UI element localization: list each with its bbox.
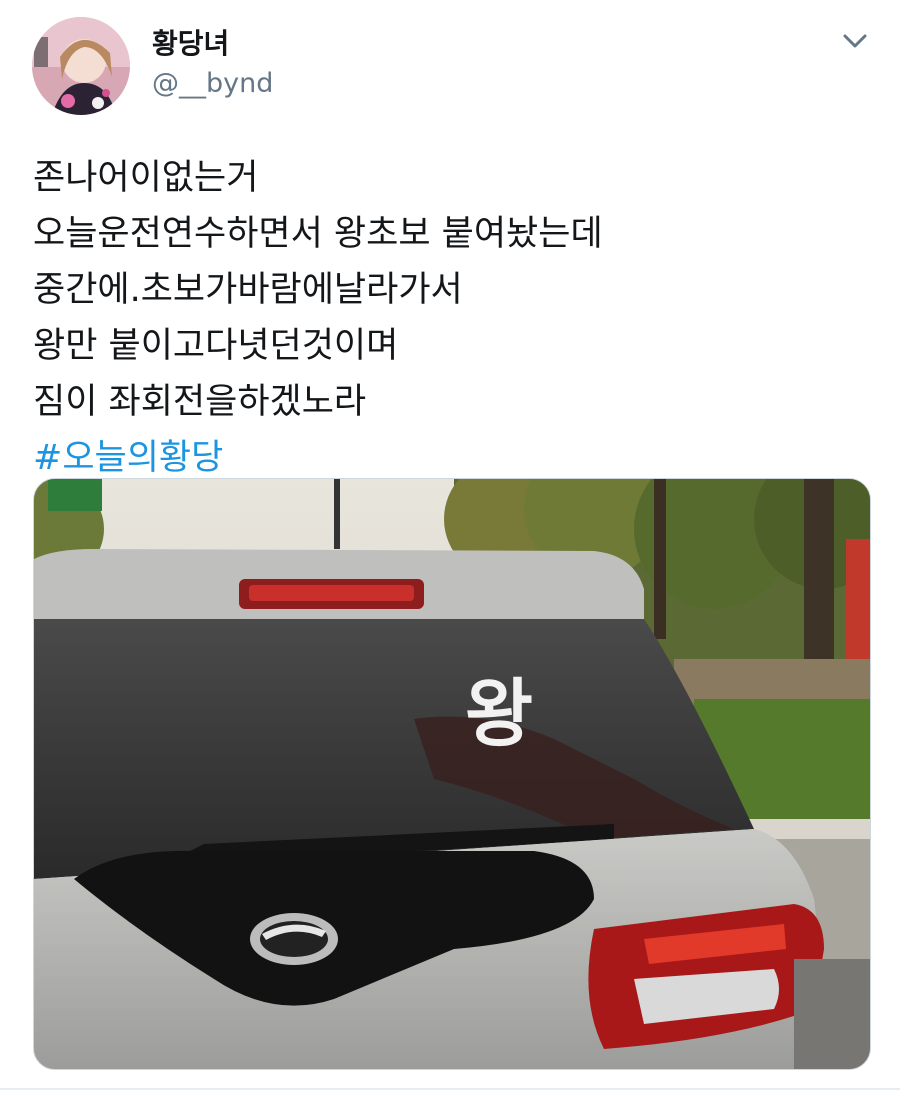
tweet-line: 중간에.초보가바람에날라가서 <box>33 270 463 310</box>
divider <box>0 1088 900 1090</box>
tweet-line: 왕만 붙이고다녓던것이며 <box>33 326 399 366</box>
tweet-line: 오늘운전연수하면서 왕초보 붙여놨는데 <box>33 214 603 254</box>
tweet-line: 존나어이없는거 <box>33 158 259 198</box>
chevron-down-icon[interactable] <box>840 30 870 52</box>
car-photo-illustration: 왕 <box>34 479 870 1069</box>
tweet-text: 존나어이없는거 오늘운전연수하면서 왕초보 붙여놨는데 중간에.초보가바람에날라… <box>33 150 603 486</box>
author-display-name[interactable]: 황당녀 <box>152 22 229 62</box>
sticker-text: 왕 <box>465 671 533 757</box>
author-handle[interactable]: @__bynd <box>152 68 273 99</box>
tweet-line: 짐이 좌회전을하겠노라 <box>33 382 367 422</box>
avatar-image <box>32 17 130 115</box>
tweet-photo[interactable]: 왕 <box>33 478 871 1070</box>
avatar[interactable] <box>32 17 130 115</box>
